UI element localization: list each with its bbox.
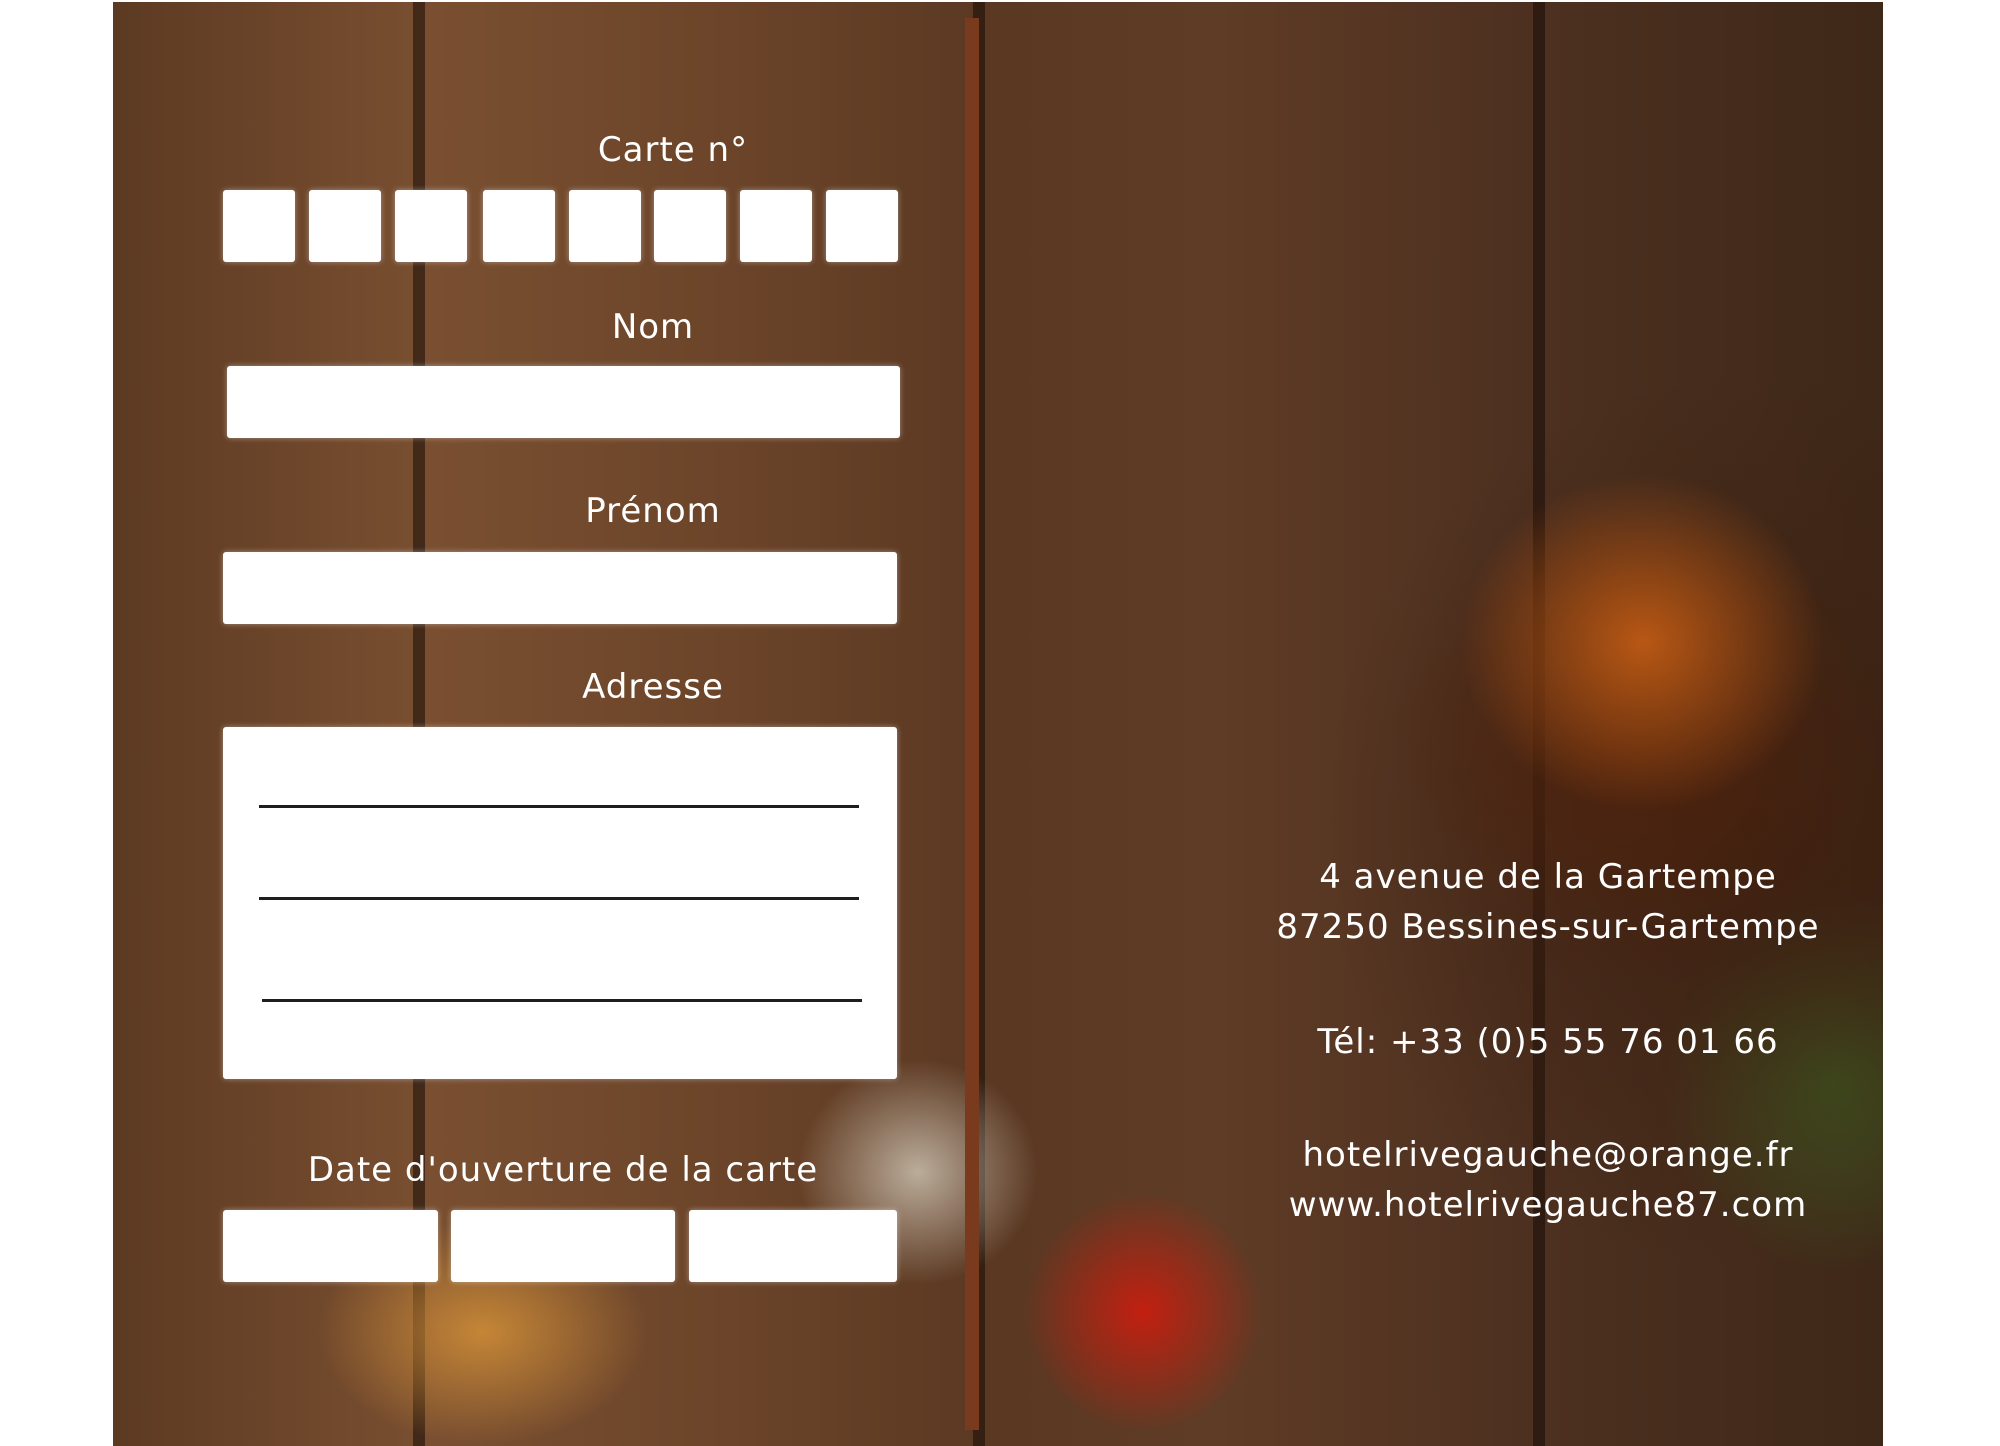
card-number-digit-box[interactable] (740, 190, 812, 262)
date-label: Date d'ouverture de la carte (307, 1150, 819, 1190)
card-number-digit-box[interactable] (395, 190, 467, 262)
email-address: hotelrivegauche@orange.fr (1302, 1135, 1794, 1175)
adresse-line (262, 999, 862, 1002)
card-number-digit-box[interactable] (826, 190, 898, 262)
address-line-1: 4 avenue de la Gartempe (1319, 857, 1777, 897)
adresse-line (259, 897, 859, 900)
adresse-line (259, 805, 859, 808)
loyalty-card: Carte n° Nom Prénom Adresse Date d'ouver… (113, 2, 1883, 1446)
date-year-field[interactable] (689, 1210, 897, 1282)
date-month-field[interactable] (451, 1210, 675, 1282)
card-number-digit-box[interactable] (654, 190, 726, 262)
date-day-field[interactable] (223, 1210, 438, 1282)
card-divider (965, 18, 979, 1430)
card-number-digit-box[interactable] (569, 190, 641, 262)
address-line-2: 87250 Bessines-sur-Gartempe (1276, 907, 1820, 947)
card-number-label: Carte n° (597, 130, 749, 170)
adresse-field[interactable] (223, 727, 897, 1079)
nom-label: Nom (611, 307, 695, 347)
nom-field[interactable] (227, 366, 900, 438)
card-number-digit-box[interactable] (483, 190, 555, 262)
card-number-digit-box[interactable] (223, 190, 295, 262)
card-number-digit-box[interactable] (309, 190, 381, 262)
phone-number: Tél: +33 (0)5 55 76 01 66 (1317, 1022, 1779, 1062)
prenom-label: Prénom (585, 491, 721, 531)
website-url: www.hotelrivegauche87.com (1288, 1185, 1808, 1225)
prenom-field[interactable] (223, 552, 897, 624)
adresse-label: Adresse (582, 667, 724, 707)
